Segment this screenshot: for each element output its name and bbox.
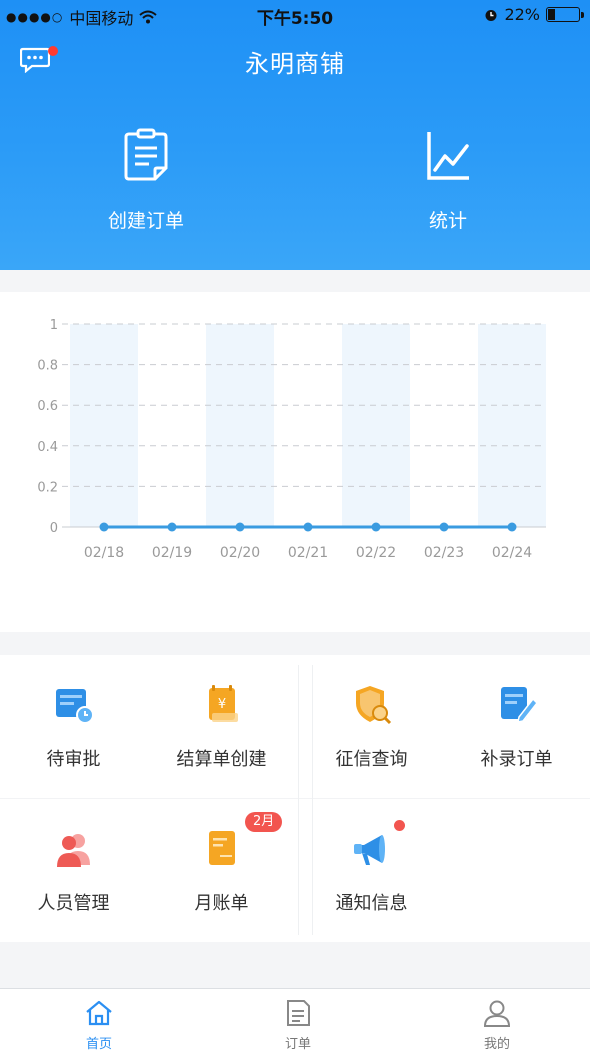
data-point [507,522,517,532]
menu-item-label: 月账单 [194,893,249,914]
battery-group: 22% [484,5,584,24]
credit-query-icon [355,686,391,725]
menu-item-label: 人员管理 [37,893,110,914]
x-tick-label: 02/22 [356,545,396,561]
menu-item-label: 补录订单 [480,749,553,770]
battery-percent: 22% [504,5,540,24]
menu-item-label: 结算单创建 [176,749,267,770]
data-point [167,522,177,532]
data-point [303,522,313,532]
data-point [235,522,245,532]
y-tick-label: 0.8 [37,359,58,374]
y-tick-label: 1 [50,318,58,333]
chart-band [342,324,410,527]
x-tick-label: 02/24 [492,545,532,561]
staff-icon [56,834,90,867]
menu-item-staff-management[interactable]: 人员管理 [0,799,147,942]
menu-item-label: 待审批 [46,749,101,770]
tab-orders[interactable]: 订单 [238,999,358,1052]
clipboard-icon [124,128,168,181]
menu-item-label: 通知信息 [335,893,408,914]
statistics-label: 统计 [428,210,467,232]
tab-bar: 首页 订单 我的 [0,988,590,1054]
x-tick-label: 02/23 [424,545,464,561]
menu-item-pending-approval[interactable]: 待审批 [0,655,147,798]
create-order-button[interactable]: 创建订单 [56,128,236,233]
megaphone-icon [353,835,385,865]
monthly-bill-badge: 2月 [245,812,283,832]
y-tick-label: 0.6 [37,399,58,414]
monthly-bill-icon [208,831,235,865]
settlement-create-icon: ¥ [208,685,238,722]
notification-dot [394,820,405,831]
data-point [439,522,449,532]
tab-label: 我的 [483,1037,510,1052]
menu-item-notifications[interactable]: 通知信息 [298,799,445,942]
alarm-icon [485,9,497,21]
menu-item-credit-query[interactable]: 征信查询 [298,655,445,798]
chart-band [478,324,546,527]
supplement-order-icon [500,687,538,723]
x-tick-label: 02/18 [84,545,124,561]
document-icon [287,1000,310,1026]
y-tick-label: 0.2 [37,480,58,495]
menu-grid: 待审批 ¥ 结算单创建 征信查询 补录订单 人员管理 月账单 通知信息 [0,655,590,942]
create-order-label: 创建订单 [107,210,184,232]
chart-band [206,324,274,527]
battery-icon [546,7,584,22]
x-tick-label: 02/19 [152,545,192,561]
pending-approval-icon [55,689,94,724]
x-tick-label: 02/20 [220,545,260,561]
menu-item-label: 征信查询 [335,749,408,770]
statistics-button[interactable]: 统计 [358,128,538,233]
y-tick-label: 0 [50,521,58,536]
tab-label: 首页 [85,1037,112,1052]
line-chart: 0 0.2 0.4 0.6 0.8 1 02/18 02/19 02/20 02/21 02/22 0… [37,318,546,561]
chart-band [70,324,138,527]
tab-label: 订单 [284,1037,311,1052]
menu-item-supplement-order[interactable]: 补录订单 [443,655,590,798]
user-icon [483,1000,511,1027]
home-icon [86,1000,112,1026]
y-tick-label: 0.4 [37,440,58,455]
svg-text:¥: ¥ [217,697,225,712]
page-title: 永明商铺 [245,50,345,78]
data-point [371,522,381,532]
status-bar: ●●●●○ 中国移动 下午5:50 22% [0,0,590,30]
tab-home[interactable]: 首页 [39,999,159,1052]
menu-item-settlement-create[interactable]: ¥ 结算单创建 [148,655,295,798]
chart-card: 0 0.2 0.4 0.6 0.8 1 02/18 02/19 02/20 02/21 02/22 0… [0,292,590,632]
tab-profile[interactable]: 我的 [437,999,557,1052]
header-banner: ●●●●○ 中国移动 下午5:50 22% 永明商铺 创建订单 统计 [0,0,590,270]
data-point [99,522,109,532]
x-tick-label: 02/21 [288,545,328,561]
line-chart-icon [427,132,469,180]
